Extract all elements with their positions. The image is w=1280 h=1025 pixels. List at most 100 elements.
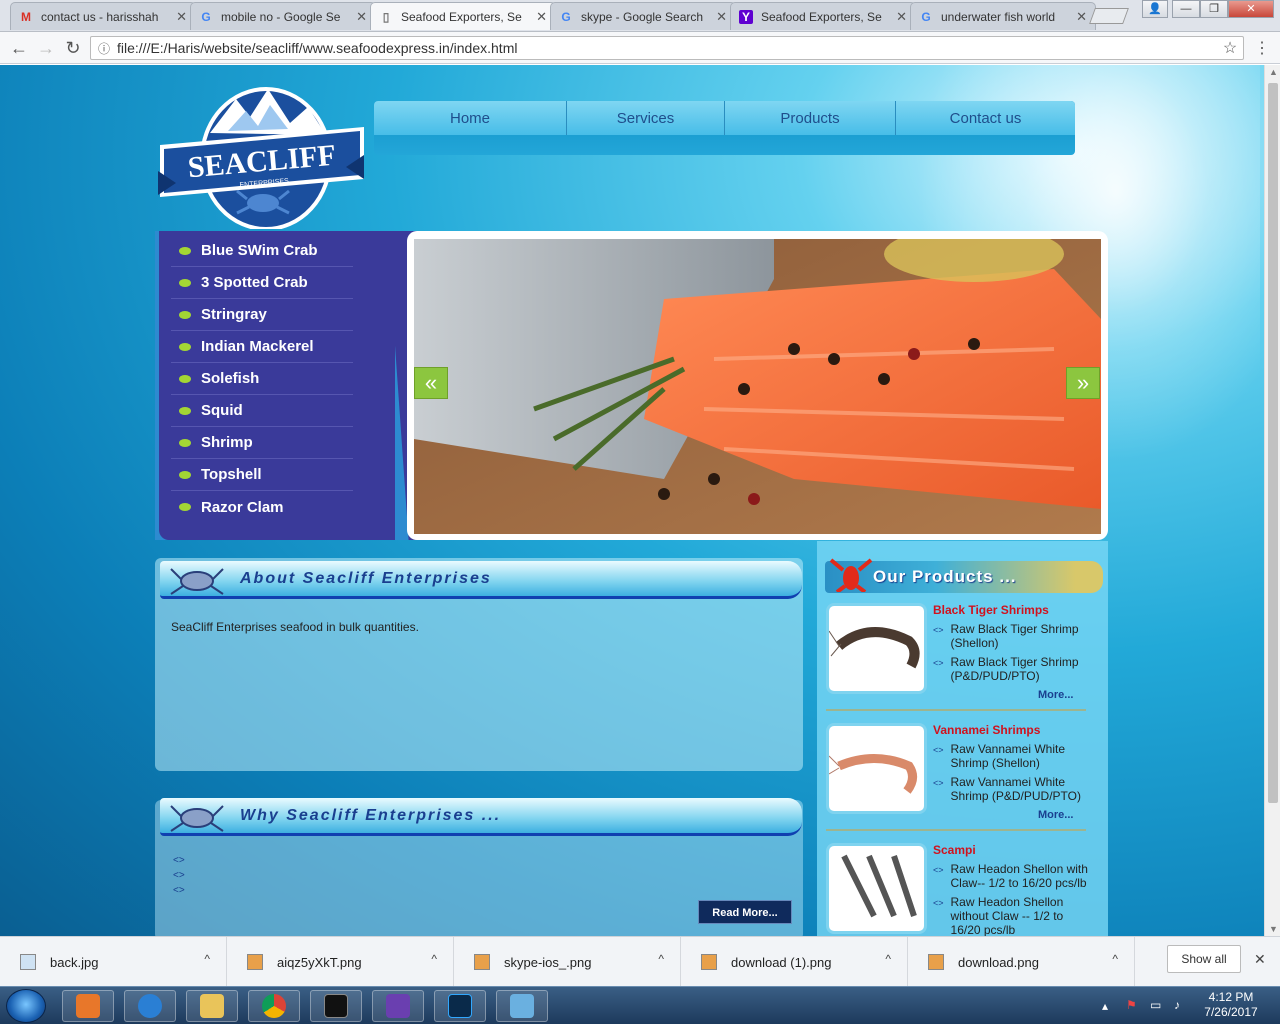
slider-next-button[interactable]: »: [1066, 367, 1100, 399]
start-button[interactable]: [6, 989, 46, 1023]
info-icon[interactable]: ⓘ: [91, 40, 117, 57]
slider-prev-button[interactable]: «: [414, 367, 448, 399]
maximize-button[interactable]: ❐: [1200, 0, 1228, 18]
fish-bullet-icon: <>: [173, 855, 185, 866]
download-item[interactable]: back.jpg ^: [0, 937, 227, 987]
downloads-bar: back.jpg ^ aiqz5yXkT.png ^ skype-ios_.png ^…: [0, 936, 1280, 987]
scrollbar-thumb[interactable]: [1268, 83, 1278, 803]
lobster-icon: [829, 558, 873, 592]
side-item-blue-swim-crab[interactable]: Blue SWim Crab: [171, 235, 353, 267]
internet-explorer-icon[interactable]: [124, 990, 176, 1022]
side-item-label: Stringray: [201, 306, 267, 323]
chrome-icon[interactable]: [248, 990, 300, 1022]
product-name[interactable]: Vannamei Shrimps: [933, 723, 1040, 737]
user-icon[interactable]: 👤: [1142, 0, 1168, 18]
fish-bullet-icon: [179, 374, 191, 383]
reload-icon[interactable]: ↻: [62, 37, 84, 59]
tab-gmail[interactable]: M contact us - harisshah ✕: [10, 2, 196, 30]
product-image[interactable]: [826, 603, 927, 694]
flag-icon[interactable]: ⚑: [1126, 998, 1137, 1012]
products-panel: Our Products ... Black Tiger Shrimps <> R…: [817, 541, 1108, 936]
download-filename: download (1).png: [731, 954, 832, 970]
tray-expand-icon[interactable]: ▴: [1102, 999, 1108, 1013]
side-item-razor-clam[interactable]: Razor Clam: [171, 491, 353, 523]
clock[interactable]: 4:12 PM 7/26/2017: [1196, 990, 1266, 1020]
visual-studio-icon[interactable]: [372, 990, 424, 1022]
close-icon[interactable]: ✕: [176, 9, 187, 25]
side-item-topshell[interactable]: Topshell: [171, 459, 353, 491]
close-icon[interactable]: ✕: [1076, 9, 1087, 25]
side-item-indian-mackerel[interactable]: Indian Mackerel: [171, 331, 353, 363]
url-text[interactable]: file:///E:/Haris/website/seacliff/www.se…: [117, 40, 1217, 56]
media-player-icon[interactable]: [62, 990, 114, 1022]
product-name[interactable]: Black Tiger Shrimps: [933, 603, 1049, 617]
bookmark-star-icon[interactable]: ☆: [1217, 38, 1243, 58]
minimize-button[interactable]: —: [1172, 0, 1200, 18]
chevron-up-icon[interactable]: ^: [431, 952, 437, 966]
scroll-down-icon[interactable]: ▼: [1269, 924, 1278, 934]
chevron-up-icon[interactable]: ^: [658, 952, 664, 966]
command-prompt-icon[interactable]: [310, 990, 362, 1022]
forward-arrow-icon[interactable]: →: [35, 37, 57, 59]
back-arrow-icon[interactable]: ←: [8, 37, 30, 59]
tab-yahoo-seafood[interactable]: Y Seafood Exporters, Se ✕: [730, 2, 916, 30]
side-item-shrimp[interactable]: Shrimp: [171, 427, 353, 459]
download-filename: skype-ios_.png: [504, 954, 592, 970]
show-all-button[interactable]: Show all: [1167, 945, 1241, 973]
close-icon[interactable]: ✕: [536, 9, 547, 25]
seacliff-logo[interactable]: SEACLIFF ENTERPRISES: [158, 71, 364, 231]
chevron-up-icon[interactable]: ^: [885, 952, 891, 966]
more-link[interactable]: More...: [1038, 689, 1073, 701]
close-icon[interactable]: ✕: [716, 9, 727, 25]
nav-services[interactable]: Services: [567, 101, 725, 135]
fish-bullet-icon: [179, 278, 191, 287]
side-item-squid[interactable]: Squid: [171, 395, 353, 427]
new-tab-button[interactable]: [1089, 8, 1129, 24]
close-icon[interactable]: ✕: [1254, 951, 1266, 968]
file-explorer-icon[interactable]: [186, 990, 238, 1022]
image-viewer-icon[interactable]: [496, 990, 548, 1022]
download-item[interactable]: aiqz5yXkT.png ^: [227, 937, 454, 987]
read-more-button[interactable]: Read More...: [698, 900, 792, 924]
address-input[interactable]: ⓘ file:///E:/Haris/website/seacliff/www.…: [90, 36, 1244, 60]
nav-home[interactable]: Home: [374, 101, 567, 135]
tab-google-mobile[interactable]: G mobile no - Google Se ✕: [190, 2, 376, 30]
about-heading: About Seacliff Enterprises: [240, 569, 492, 587]
nav-contact-us[interactable]: Contact us: [896, 101, 1075, 135]
download-item[interactable]: download.png ^: [908, 937, 1135, 987]
product-image[interactable]: [826, 723, 927, 814]
close-icon[interactable]: ✕: [896, 9, 907, 25]
gmail-icon: M: [21, 9, 31, 24]
product-name[interactable]: Scampi: [933, 843, 976, 857]
close-icon[interactable]: ✕: [356, 9, 367, 25]
menu-icon[interactable]: ⋮: [1252, 38, 1272, 58]
page-viewport: SEACLIFF ENTERPRISES Home Services Produ…: [0, 65, 1264, 936]
download-item[interactable]: download (1).png ^: [681, 937, 908, 987]
download-item[interactable]: skype-ios_.png ^: [454, 937, 681, 987]
tab-google-underwater[interactable]: G underwater fish world ✕: [910, 2, 1096, 30]
tab-seafood-active[interactable]: ▯ Seafood Exporters, Se ✕: [370, 2, 556, 30]
side-menu-panel: Blue SWim Crab 3 Spotted Crab Stringray …: [155, 231, 439, 540]
photoshop-icon[interactable]: [434, 990, 486, 1022]
chevron-up-icon[interactable]: ^: [204, 952, 210, 966]
product-line: <> Raw Vannamei White Shrimp (Shellon): [933, 742, 1093, 770]
side-item-3-spotted-crab[interactable]: 3 Spotted Crab: [171, 267, 353, 299]
image-file-icon: [247, 954, 263, 970]
side-item-solefish[interactable]: Solefish: [171, 363, 353, 395]
tab-google-skype[interactable]: G skype - Google Search ✕: [550, 2, 736, 30]
nav-products[interactable]: Products: [725, 101, 896, 135]
fish-bullet-icon: [179, 503, 191, 511]
chevron-up-icon[interactable]: ^: [1112, 952, 1118, 966]
side-item-label: Squid: [201, 402, 243, 419]
product-image[interactable]: [826, 843, 927, 934]
google-icon: G: [561, 9, 571, 24]
vertical-scrollbar[interactable]: ▲ ▼: [1264, 65, 1280, 936]
network-icon[interactable]: ▭: [1150, 998, 1161, 1012]
volume-icon[interactable]: ♪: [1174, 998, 1180, 1012]
windows-taskbar: ▴ ⚑ ▭ ♪ 4:12 PM 7/26/2017: [0, 986, 1280, 1024]
more-link[interactable]: More...: [1038, 809, 1073, 821]
close-window-button[interactable]: ✕: [1228, 0, 1274, 18]
product-line-text: Raw Black Tiger Shrimp (P&D/PUD/PTO): [950, 655, 1079, 683]
scroll-up-icon[interactable]: ▲: [1269, 67, 1278, 77]
side-item-stringray[interactable]: Stringray: [171, 299, 353, 331]
